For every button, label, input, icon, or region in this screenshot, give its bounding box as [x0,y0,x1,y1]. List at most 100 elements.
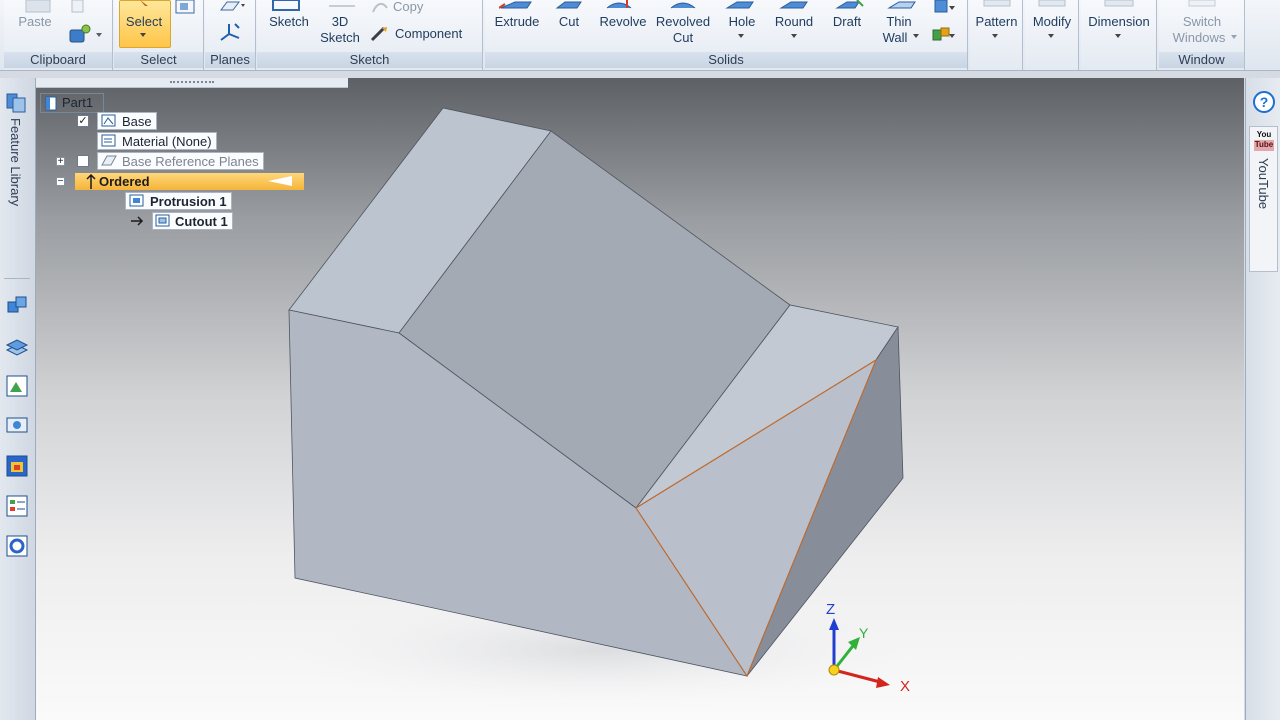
extrude-button[interactable]: Extrude [489,14,545,30]
clipboard-group-label: Clipboard [4,52,112,68]
copy-button[interactable]: Copy [393,0,433,15]
properties-icon[interactable] [5,494,29,518]
triad-x-label: X [900,678,910,695]
ordered-collapse-icon[interactable]: − [56,177,65,187]
reference-planes-icon [101,155,117,166]
revolve-icon [606,0,632,9]
material-icon [101,134,116,147]
youtube-tab[interactable]: YouTube [1256,158,1271,209]
tree-node-base-reference-planes[interactable]: Base Reference Planes [97,152,264,170]
feature-library-icon[interactable] [5,90,29,114]
base-label: Base [122,114,152,129]
select-group-label: Select [114,52,203,68]
feature-library-tab[interactable]: Feature Library [8,118,23,206]
view-styles-icon[interactable] [5,374,29,398]
pattern-group: Pattern [970,0,1023,70]
copy-small-icon [71,0,84,13]
shell-icon[interactable] [931,0,957,18]
modify-dropdown-icon[interactable] [1048,34,1056,40]
youtube-badge-red [1254,140,1274,151]
dimension-group: Dimension [1081,0,1157,70]
coordinate-system-icon[interactable] [217,22,243,44]
window-group-label: Window [1159,52,1244,68]
select-tools-icon[interactable] [174,0,198,16]
base-planes-checkbox[interactable] [77,155,89,167]
dimension-button[interactable]: Dimension [1081,14,1157,30]
protrusion-icon [129,194,144,207]
base-planes-expand-icon[interactable]: + [56,157,65,167]
protrusion-label: Protrusion 1 [150,194,227,209]
ribbon: Paste Clipboard Select Select Planes Ske… [0,0,1280,71]
sketch-icon [272,0,300,11]
hole-button[interactable]: Hole [721,14,763,30]
blend-icon[interactable] [931,26,957,46]
svg-text:?: ? [1260,94,1269,110]
round-dropdown-icon[interactable] [791,34,799,40]
switch-windows-button-line2[interactable]: Windows [1163,30,1235,46]
thin-wall-button-line1[interactable]: Thin [877,14,921,30]
thin-wall-dropdown-icon[interactable] [913,34,921,40]
sketch-3d-icon [329,5,355,7]
left-toolbar: Feature Library [0,78,36,720]
paste-button[interactable]: Paste [12,14,58,30]
select-dropdown-icon[interactable] [140,33,148,39]
base-checkbox[interactable]: ✓ [77,115,89,127]
planes-group: Planes [205,0,256,70]
grip-dots [170,81,214,85]
triad-x-axis [833,668,881,684]
revolved-cut-button-line1[interactable]: Revolved [653,14,713,30]
hole-dropdown-icon[interactable] [738,34,746,40]
coordinate-triad: Z Y X [826,601,910,695]
revolve-button[interactable]: Revolve [595,14,651,30]
layers-icon[interactable] [5,334,29,358]
select-group: Select Select [114,0,204,70]
assembly-tool-icon[interactable] [5,294,29,318]
sketch-3d-button-line2[interactable]: Sketch [315,30,365,46]
format-painter-icon[interactable] [68,24,104,46]
ordered-icon [86,174,96,189]
thin-wall-icon [887,1,916,9]
select-button[interactable]: Select [120,14,168,30]
help-icon[interactable]: ? [1252,90,1276,114]
switch-windows-button-line1[interactable]: Switch [1159,14,1245,30]
color-map-icon[interactable] [5,454,29,478]
pattern-button[interactable]: Pattern [970,14,1023,30]
modify-group: Modify [1025,0,1079,70]
revolved-cut-button-line2[interactable]: Cut [653,30,713,46]
component-icon [370,26,387,42]
revolved-cut-icon [670,2,696,9]
cut-icon [555,1,582,9]
material-label: Material (None) [122,134,212,149]
sketch-button[interactable]: Sketch [261,14,317,30]
dimension-dropdown-icon[interactable] [1115,34,1123,40]
modify-button[interactable]: Modify [1025,14,1079,30]
rollback-arrow-icon[interactable] [266,175,296,187]
window-group: Switch Windows Window [1159,0,1245,70]
cutout-label: Cutout 1 [175,214,228,229]
modify-icon [1038,0,1066,7]
triad-y-label: Y [859,625,869,641]
sketch-3d-button-line1[interactable]: 3D [315,14,365,30]
switch-windows-dropdown-icon[interactable] [1231,35,1239,41]
cut-button[interactable]: Cut [551,14,587,30]
sensors-icon[interactable] [5,414,29,438]
sketch-group: Sketch 3D Sketch Copy Component Sketch [257,0,483,70]
tree-node-part1[interactable]: Part1 [60,94,95,112]
pattern-dropdown-icon[interactable] [992,34,1000,40]
pathfinder-resize-handle[interactable] [36,78,348,88]
settings-icon[interactable] [5,534,29,558]
right-toolbar: ? You Tube YouTube [1245,78,1280,720]
triad-z-label: Z [826,601,835,618]
round-icon [779,1,808,9]
round-button[interactable]: Round [769,14,819,30]
component-button[interactable]: Component [395,26,475,42]
sketch-group-label: Sketch [257,52,482,68]
thin-wall-button-line2[interactable]: Wall [877,30,913,46]
part-icon [45,96,57,111]
clipboard-group: Paste Clipboard [4,0,113,70]
solids-group-label: Solids [485,52,967,68]
pattern-icon [983,0,1011,7]
draft-button[interactable]: Draft [825,14,869,30]
dimension-icon [1104,0,1134,7]
plane-icon[interactable] [217,0,247,14]
